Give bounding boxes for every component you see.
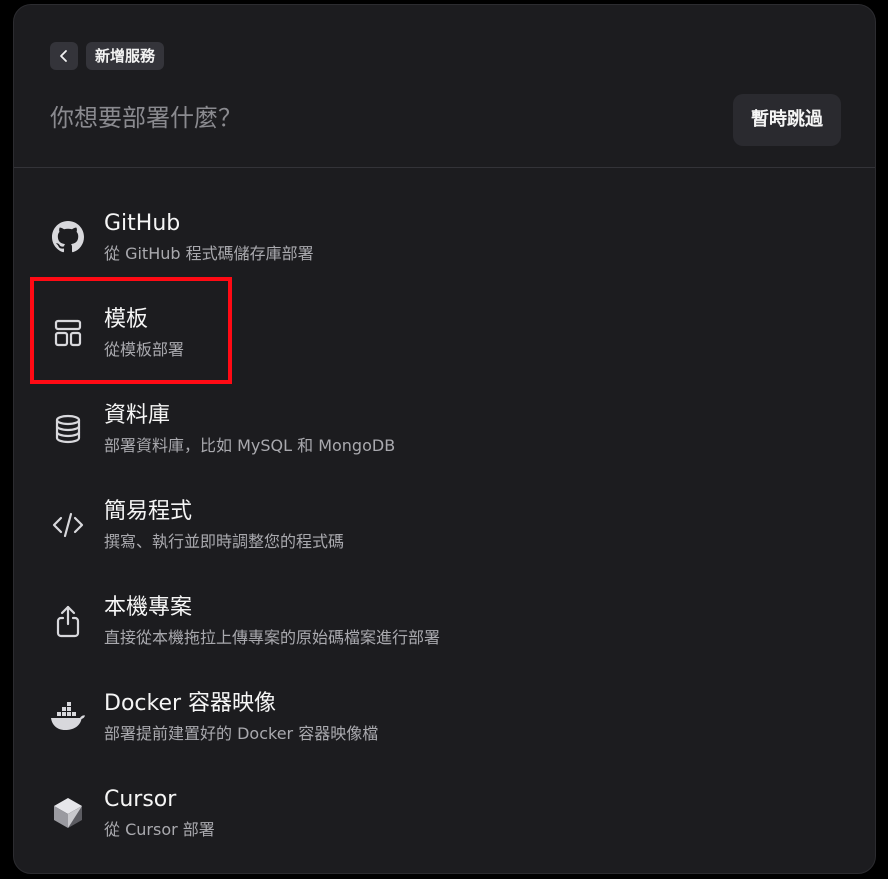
upload-share-icon [50,603,86,639]
chevron-left-icon [60,50,67,62]
panel-header: 新增服務 你想要部署什麼？ 暫時跳過 [14,5,875,168]
option-description: 撰寫、執行並即時調整您的程式碼 [104,532,345,551]
option-description: 部署資料庫，比如 MySQL 和 MongoDB [104,436,396,455]
option-title: 模板 [104,307,149,332]
option-description: 部署提前建置好的 Docker 容器映像檔 [104,724,379,743]
option-database[interactable]: 資料庫 部署資料庫，比如 MySQL 和 MongoDB [14,391,875,481]
cursor-icon [50,795,86,831]
option-description: 從 GitHub 程式碼儲存庫部署 [104,244,314,263]
option-description: 從 Cursor 部署 [104,820,215,839]
option-description: 直接從本機拖拉上傳專案的原始碼檔案進行部署 [104,628,441,647]
database-icon [50,411,86,447]
option-simple-program[interactable]: 簡易程式 撰寫、執行並即時調整您的程式碼 [14,487,875,577]
template-layout-icon [50,315,86,351]
code-icon [50,507,86,543]
option-title: 簡易程式 [104,499,193,524]
option-description: 從模板部署 [104,340,185,359]
option-title: Docker 容器映像 [104,691,277,716]
github-icon [50,219,86,255]
option-local-project[interactable]: 本機專案 直接從本機拖拉上傳專案的原始碼檔案進行部署 [14,583,875,673]
skip-button[interactable]: 暫時跳過 [733,94,841,146]
option-title: 資料庫 [104,403,171,428]
option-title: GitHub [104,211,181,236]
option-title: 本機專案 [104,595,193,620]
option-docker-image[interactable]: Docker 容器映像 部署提前建置好的 Docker 容器映像檔 [14,679,875,769]
option-title: Cursor [104,787,177,812]
breadcrumb: 新增服務 [86,42,165,70]
back-button[interactable] [50,42,78,70]
option-template[interactable]: 模板 從模板部署 [14,295,875,385]
option-cursor[interactable]: Cursor 從 Cursor 部署 [14,775,875,865]
page-title: 你想要部署什麼？ [50,104,242,132]
docker-icon [50,699,86,735]
option-github[interactable]: GitHub 從 GitHub 程式碼儲存庫部署 [14,199,875,289]
new-service-panel: 新增服務 你想要部署什麼？ 暫時跳過 GitHub 從 GitHub 程式碼儲存… [13,4,876,874]
